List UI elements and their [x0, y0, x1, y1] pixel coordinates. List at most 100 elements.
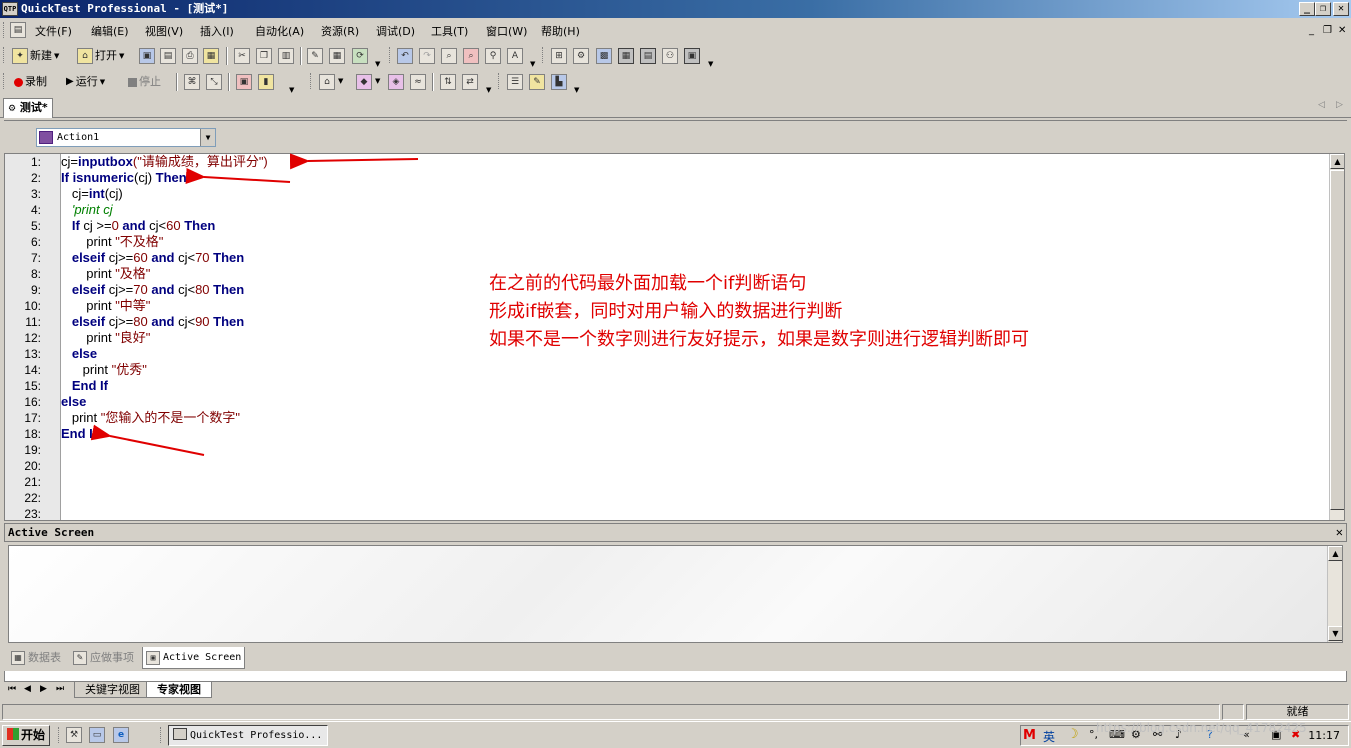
code-line[interactable]: else	[61, 394, 86, 410]
code-line[interactable]: If cj >=0 and cj<60 Then	[61, 218, 215, 234]
find-next-icon[interactable]: ⌕	[463, 48, 479, 64]
toolbar-grip[interactable]	[542, 47, 545, 63]
record-button[interactable]: 录制	[14, 73, 47, 91]
save-icon[interactable]: ▣	[139, 48, 155, 64]
document-icon[interactable]: ▤	[10, 22, 26, 38]
analog-record-icon[interactable]: ⤡	[206, 74, 222, 90]
code-line[interactable]: End If	[61, 378, 108, 394]
check-icon[interactable]: ⟳	[352, 48, 368, 64]
active-screen-scrollbar[interactable]: ▲ ▼	[1327, 546, 1342, 642]
grid-icon[interactable]: ▦	[618, 48, 634, 64]
tab-scroll-left-icon[interactable]: ◁	[1318, 100, 1325, 110]
editor-vertical-scrollbar[interactable]: ▲	[1329, 154, 1344, 520]
menu-file[interactable]: 文件(F)	[35, 23, 72, 39]
code-line[interactable]: End If	[61, 426, 97, 442]
start-button[interactable]: 开始	[2, 725, 50, 746]
output-value-icon[interactable]: ◆	[356, 74, 372, 90]
code-line[interactable]: elseif cj>=70 and cj<80 Then	[61, 282, 244, 298]
quicklaunch-tool-icon[interactable]: ⚒	[66, 727, 82, 743]
tab-data-table[interactable]: ▦ 数据表	[8, 647, 64, 669]
code-line[interactable]: cj=inputbox("请输成绩，算出评分")	[61, 154, 268, 170]
tab-keyword-view[interactable]: 关键字视图	[74, 682, 151, 698]
toolbar-grip[interactable]	[3, 73, 6, 89]
call-action-icon[interactable]: ⇄	[462, 74, 478, 90]
show-desktop-icon[interactable]: ▭	[89, 727, 105, 743]
data-table-icon[interactable]: ▤	[640, 48, 656, 64]
code-line[interactable]: cj=int(cj)	[61, 186, 123, 202]
new-button[interactable]: ✦ 新建 ▼	[12, 47, 59, 65]
tab-todo[interactable]: ✎ 应做事项	[70, 647, 137, 669]
toolbar-grip[interactable]	[498, 73, 501, 89]
tab-expert-view[interactable]: 专家视图	[146, 682, 212, 698]
step-icon[interactable]: ≈	[410, 74, 426, 90]
battery-icon[interactable]: ▮	[258, 74, 274, 90]
ie-icon[interactable]: e	[113, 727, 129, 743]
open-dropdown-icon[interactable]: ▼	[119, 47, 124, 65]
debug-viewer-icon[interactable]: ⚇	[662, 48, 678, 64]
toolbar-chevron-icon[interactable]: ▼	[574, 87, 583, 94]
stop-button[interactable]: 停止	[128, 73, 161, 91]
mdi-close-button[interactable]: ✕	[1338, 25, 1346, 36]
code-line[interactable]: If isnumeric(cj) Then	[61, 170, 187, 186]
code-line[interactable]: print "您输入的不是一个数字"	[61, 410, 240, 426]
first-tab-icon[interactable]: ⏮	[8, 684, 16, 694]
close-button[interactable]: ✕	[1333, 2, 1349, 16]
print-icon[interactable]: ⎙	[182, 48, 198, 64]
insert-checkpoint-dropdown-icon[interactable]: ▼	[338, 77, 343, 85]
mdi-minimize-button[interactable]: _	[1309, 25, 1314, 36]
code-line[interactable]: print "不及格"	[61, 234, 163, 250]
new-dropdown-icon[interactable]: ▼	[54, 47, 59, 65]
taskbar-app-button[interactable]: QuickTest Professio...	[168, 725, 328, 746]
close-icon[interactable]: ✕	[1336, 524, 1343, 541]
menu-edit[interactable]: 编辑(E)	[91, 23, 129, 39]
menu-tools[interactable]: 工具(T)	[431, 23, 468, 39]
scroll-up-icon[interactable]: ▲	[1328, 546, 1342, 561]
tree-icon[interactable]: ⊞	[551, 48, 567, 64]
action-selector[interactable]: Action1 ▼	[36, 128, 216, 147]
open-button[interactable]: ⌂ 打开 ▼	[77, 47, 124, 65]
object-repository-icon[interactable]: ⚙	[573, 48, 589, 64]
taskbar-grip[interactable]	[58, 727, 61, 743]
scroll-up-icon[interactable]: ▲	[1330, 154, 1344, 169]
menu-grip[interactable]	[3, 22, 6, 38]
menu-window[interactable]: 窗口(W)	[486, 23, 527, 39]
chevron-down-icon[interactable]: ▼	[200, 129, 215, 146]
split-action-icon[interactable]: ⇅	[440, 74, 456, 90]
list-icon[interactable]: ☰	[507, 74, 523, 90]
tab-scroll-right-icon[interactable]: ▷	[1336, 100, 1343, 110]
checkpoint-icon[interactable]: ▩	[596, 48, 612, 64]
run-button[interactable]: ▶ 运行 ▼	[66, 73, 105, 91]
toolbar-chevron-icon[interactable]: ▼	[289, 87, 298, 94]
toolbar-chevron-icon[interactable]: ▼	[486, 87, 495, 94]
code-line[interactable]: elseif cj>=80 and cj<90 Then	[61, 314, 244, 330]
font-icon[interactable]: A	[507, 48, 523, 64]
action-icon[interactable]: ◈	[388, 74, 404, 90]
export-icon[interactable]: ▦	[203, 48, 219, 64]
scroll-down-icon[interactable]: ▼	[1328, 626, 1342, 641]
undo-icon[interactable]: ↶	[397, 48, 413, 64]
toolbar-grip[interactable]	[3, 47, 6, 63]
save-all-icon[interactable]: ▤	[160, 48, 176, 64]
active-screen-icon[interactable]: ▣	[684, 48, 700, 64]
tab-test[interactable]: ⚙ 测试*	[3, 98, 53, 118]
properties-icon[interactable]: ▦	[329, 48, 345, 64]
tab-active-screen[interactable]: ▣ Active Screen	[142, 647, 246, 669]
insert-checkpoint-icon[interactable]: ⌂	[319, 74, 335, 90]
toolbar-grip[interactable]	[310, 73, 313, 89]
output-value-dropdown-icon[interactable]: ▼	[375, 77, 380, 85]
m-icon[interactable]: M	[1023, 728, 1036, 743]
qtp-app-icon[interactable]: QTP	[2, 2, 18, 16]
copy-icon[interactable]: ❐	[256, 48, 272, 64]
scroll-thumb[interactable]	[1330, 170, 1344, 510]
code-line[interactable]: 'print cj	[61, 202, 113, 218]
comment-icon[interactable]: ✎	[529, 74, 545, 90]
moon-icon[interactable]: ☽	[1067, 727, 1079, 742]
find-icon[interactable]: ⌕	[441, 48, 457, 64]
menu-resources[interactable]: 资源(R)	[321, 23, 359, 39]
code-line[interactable]: elseif cj>=60 and cj<70 Then	[61, 250, 244, 266]
next-tab-icon[interactable]: ▶	[40, 684, 47, 694]
toolbar-chevron-icon[interactable]: ▼	[530, 61, 539, 68]
code-line[interactable]: print "优秀"	[61, 362, 147, 378]
active-screen-pane[interactable]: ▲ ▼	[8, 545, 1343, 643]
toolbar-chevron-icon[interactable]: ▼	[708, 61, 717, 68]
